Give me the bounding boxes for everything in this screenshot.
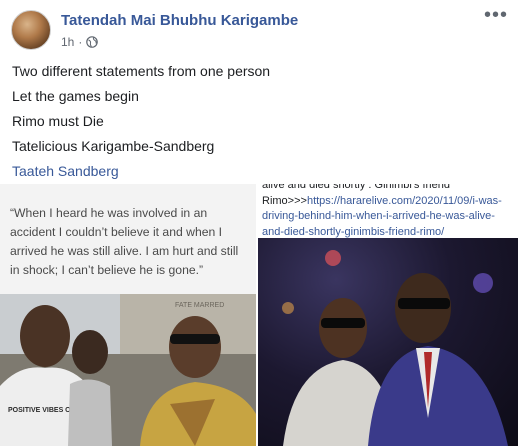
men-photo-left: FATE MARRED POSITIVE VIBES ONLY (0, 294, 256, 446)
photo-right[interactable]: alive and died shortly : Ginimbi's frien… (258, 184, 518, 446)
post-body: Two different statements from one person… (12, 62, 502, 187)
quote-text: “When I heard he was involved in an acci… (10, 206, 239, 277)
post-line: Two different statements from one person (12, 63, 271, 79)
quote-box: “When I heard he was involved in an acci… (0, 184, 256, 294)
post-meta: 1h · (61, 35, 99, 49)
post-line: Let the games begin (12, 88, 139, 104)
sign-text: FATE MARRED (175, 302, 224, 309)
avatar[interactable] (11, 10, 51, 50)
more-options-icon[interactable]: ••• (484, 5, 508, 25)
meta-separator: · (78, 35, 83, 49)
photo-left[interactable]: “When I heard he was involved in an acci… (0, 184, 256, 446)
post-header: Tatendah Mai Bhubhu Karigambe 1h · ••• (0, 0, 518, 56)
post-line: Rimo must Die (12, 113, 104, 129)
post-author-name[interactable]: Tatendah Mai Bhubhu Karigambe (61, 12, 298, 29)
globe-icon (86, 36, 99, 48)
article-caption: alive and died shortly : Ginimbi's frien… (262, 184, 512, 240)
post-line: Tatelicious Karigambe-Sandberg (12, 138, 215, 154)
men-photo-right (258, 238, 518, 446)
photo-grid: “When I heard he was involved in an acci… (0, 184, 518, 446)
post-time[interactable]: 1h (61, 35, 74, 49)
